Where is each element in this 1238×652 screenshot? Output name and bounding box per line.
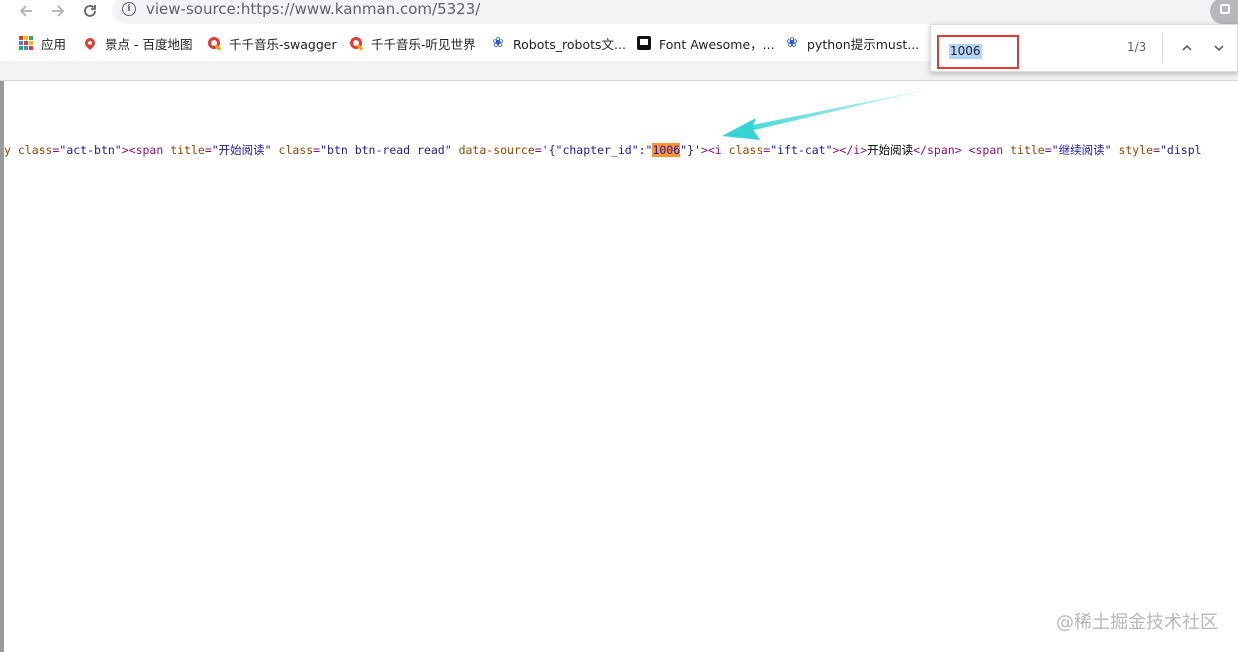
arrow-right-icon [52, 5, 65, 17]
bookmark-qianqian-swagger[interactable]: 千千音乐-swagger [206, 33, 337, 53]
find-match-highlight: 1006 [652, 143, 681, 157]
bookmark-label: 景点 - 百度地图 [105, 36, 193, 52]
find-input[interactable]: 1006 [937, 35, 1019, 69]
view-source-page: y class="act-btn"><span title="开始阅读" cla… [0, 81, 1238, 652]
qianqian-music-icon [348, 35, 364, 51]
bookmark-apps[interactable]: 应用 [18, 33, 66, 53]
bookmark-label: Font Awesome，... [659, 36, 775, 52]
find-bar: 1006 1/3 [930, 24, 1238, 72]
bookmark-baidu-map[interactable]: 景点 - 百度地图 [82, 33, 192, 53]
font-awesome-flag-icon [636, 35, 652, 51]
find-separator [1162, 33, 1163, 63]
bookmark-python-must[interactable]: ❀ python提示must... [784, 33, 919, 53]
browser-toolbar: i view-source:https://www.kanman.com/532… [0, 0, 1238, 24]
source-token: "开始阅读" [211, 143, 279, 157]
source-token: ></i> [832, 143, 868, 157]
source-token: "act-btn" [59, 143, 122, 157]
qianqian-music-icon [206, 35, 222, 51]
source-token: y class [4, 143, 53, 157]
source-token: "ift-cat" [770, 143, 833, 157]
source-token: </span> <span [913, 143, 1011, 157]
source-token: = [1153, 143, 1160, 157]
watermark: @稀土掘金技术社区 [1056, 612, 1218, 633]
source-token: title [170, 143, 205, 157]
map-pin-icon [82, 35, 98, 51]
source-token: "继续阅读" [1051, 143, 1119, 157]
bookmark-label: 千千音乐-swagger [229, 36, 337, 52]
source-token: '{"chapter_id":" [541, 143, 653, 157]
site-info-icon[interactable]: i [122, 2, 136, 16]
find-previous-button[interactable] [1177, 38, 1197, 58]
chevron-down-icon [1214, 45, 1224, 52]
source-token: class [278, 143, 314, 157]
bookmark-qianqian-world[interactable]: 千千音乐-听见世界 [348, 33, 476, 53]
source-token: "displ [1160, 143, 1202, 157]
source-token: = [1044, 143, 1052, 157]
find-next-button[interactable] [1209, 38, 1229, 58]
chevron-up-icon [1182, 44, 1192, 51]
url-text[interactable]: view-source:https://www.kanman.com/5323/ [146, 0, 480, 18]
source-token: "}' [680, 143, 701, 157]
baidu-paw-icon: ❀ [492, 35, 504, 51]
forward-button[interactable] [46, 0, 70, 22]
source-code-line: y class="act-btn"><span title="开始阅读" cla… [4, 143, 1202, 157]
bookmark-label: 应用 [41, 36, 67, 52]
baidu-paw-icon: ❀ [786, 35, 798, 51]
bookmark-font-awesome[interactable]: Font Awesome，... [636, 33, 775, 53]
find-match-count: 1/3 [1127, 40, 1147, 54]
source-token: data-source [458, 143, 535, 157]
arrow-left-icon [19, 5, 32, 17]
bookmark-label: 千千音乐-听见世界 [371, 36, 476, 52]
source-token: ><i [700, 143, 729, 157]
find-in-page-indicator[interactable] [1210, 0, 1238, 24]
bookmark-robots[interactable]: ❀ Robots_robots文... [490, 33, 626, 53]
source-token: = [204, 143, 212, 157]
reload-button[interactable] [78, 0, 102, 22]
source-token: title [1010, 143, 1045, 157]
source-token: ><span [121, 143, 171, 157]
bookmark-label: Robots_robots文... [513, 36, 626, 52]
source-token: class [728, 143, 764, 157]
address-bar[interactable]: i view-source:https://www.kanman.com/532… [112, 0, 1238, 24]
source-token: 开始阅读 [867, 143, 914, 157]
back-button[interactable] [14, 0, 38, 22]
find-query-text[interactable]: 1006 [949, 44, 982, 59]
source-token: = [534, 143, 542, 157]
apps-grid-icon [18, 35, 34, 51]
bookmark-label: python提示must... [807, 36, 920, 52]
browser-window: i view-source:https://www.kanman.com/532… [0, 0, 1238, 652]
reload-icon [84, 5, 96, 17]
source-token: style [1118, 143, 1154, 157]
find-lens-icon [1220, 4, 1230, 14]
source-token: "btn btn-read read" [320, 143, 459, 157]
